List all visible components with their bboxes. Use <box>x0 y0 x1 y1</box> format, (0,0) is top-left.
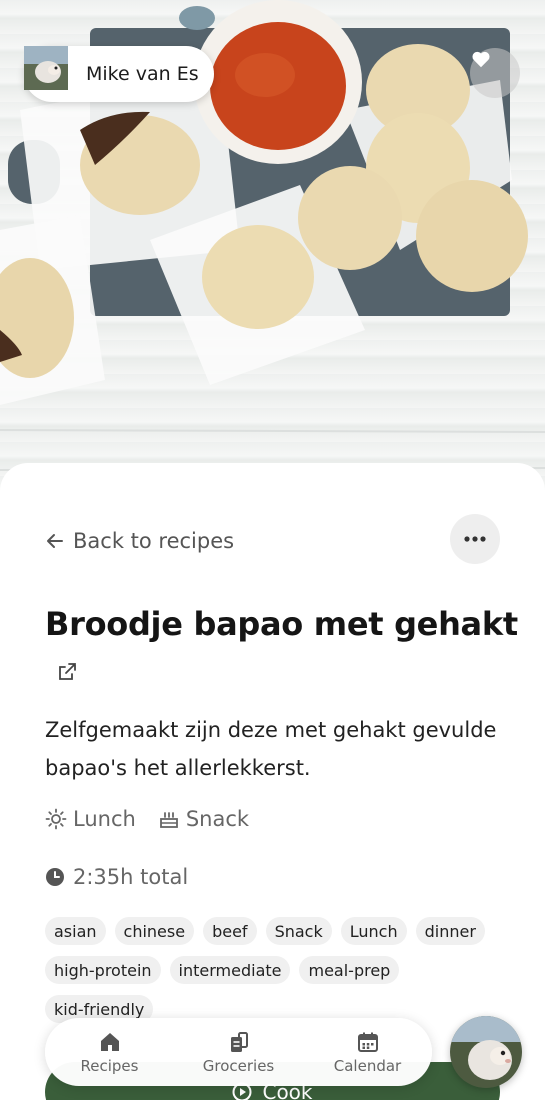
recipe-hero-image: Mike van Es <box>0 0 545 500</box>
meal-label-snack: Snack <box>185 807 250 831</box>
total-time-label: 2:35h total <box>73 865 189 889</box>
tag-chip[interactable]: Snack <box>265 917 332 945</box>
more-dots-icon <box>464 536 486 542</box>
tag-chip[interactable]: chinese <box>114 917 195 945</box>
meal-type-lunch: Lunch <box>45 807 136 831</box>
recipe-detail-page: Mike van Es Back to recipes Broodje bapa… <box>0 0 545 1100</box>
avatar <box>450 1016 522 1088</box>
tag-chip[interactable]: beef <box>203 917 257 945</box>
home-icon <box>100 1032 119 1051</box>
nav-item-groceries[interactable]: Groceries <box>184 1030 294 1075</box>
tag-chip[interactable]: dinner <box>415 917 485 945</box>
tag-chip[interactable]: high-protein <box>45 956 161 984</box>
nav-label-groceries: Groceries <box>202 1056 275 1075</box>
tag-chip[interactable]: Lunch <box>340 917 407 945</box>
profile-avatar-button[interactable] <box>450 1016 522 1088</box>
nav-label-calendar: Calendar <box>333 1056 402 1075</box>
recipe-title: Broodje bapao met gehakt <box>45 605 518 643</box>
favorite-button[interactable] <box>470 48 520 98</box>
clock-icon <box>46 868 64 886</box>
external-link-icon[interactable] <box>56 661 78 683</box>
bottom-nav: Recipes Groceries Calendar <box>45 1018 432 1086</box>
arrow-left-icon <box>47 534 63 548</box>
nav-label-recipes: Recipes <box>80 1056 139 1075</box>
meal-label-lunch: Lunch <box>73 807 136 831</box>
author-name: Mike van Es <box>86 63 199 85</box>
tag-list: asian chinese beef Snack Lunch dinner hi… <box>45 917 515 1034</box>
recipe-description: Zelfgemaakt zijn deze met gehakt gevulde… <box>45 718 497 780</box>
tag-chip[interactable]: asian <box>45 917 106 945</box>
tag-chip[interactable]: meal-prep <box>299 956 400 984</box>
author-avatar <box>24 46 74 96</box>
sun-icon <box>45 808 67 830</box>
recipe-sheet: Back to recipes Broodje bapao met gehakt… <box>0 463 545 1100</box>
author-chip[interactable]: Mike van Es <box>24 46 214 102</box>
meal-types: Lunch Snack <box>45 807 271 831</box>
total-time: 2:35h total <box>45 865 188 889</box>
nav-item-calendar[interactable]: Calendar <box>313 1030 423 1075</box>
calendar-icon <box>357 1032 378 1052</box>
more-options-button[interactable] <box>450 514 500 564</box>
back-link-label: Back to recipes <box>73 529 235 553</box>
heart-icon <box>472 51 490 68</box>
meal-type-snack: Snack <box>158 807 249 831</box>
cake-icon <box>159 812 178 828</box>
back-to-recipes-link[interactable]: Back to recipes <box>45 529 234 553</box>
nav-item-recipes[interactable]: Recipes <box>55 1030 165 1075</box>
tag-chip[interactable]: intermediate <box>169 956 291 984</box>
groceries-icon <box>230 1031 248 1052</box>
